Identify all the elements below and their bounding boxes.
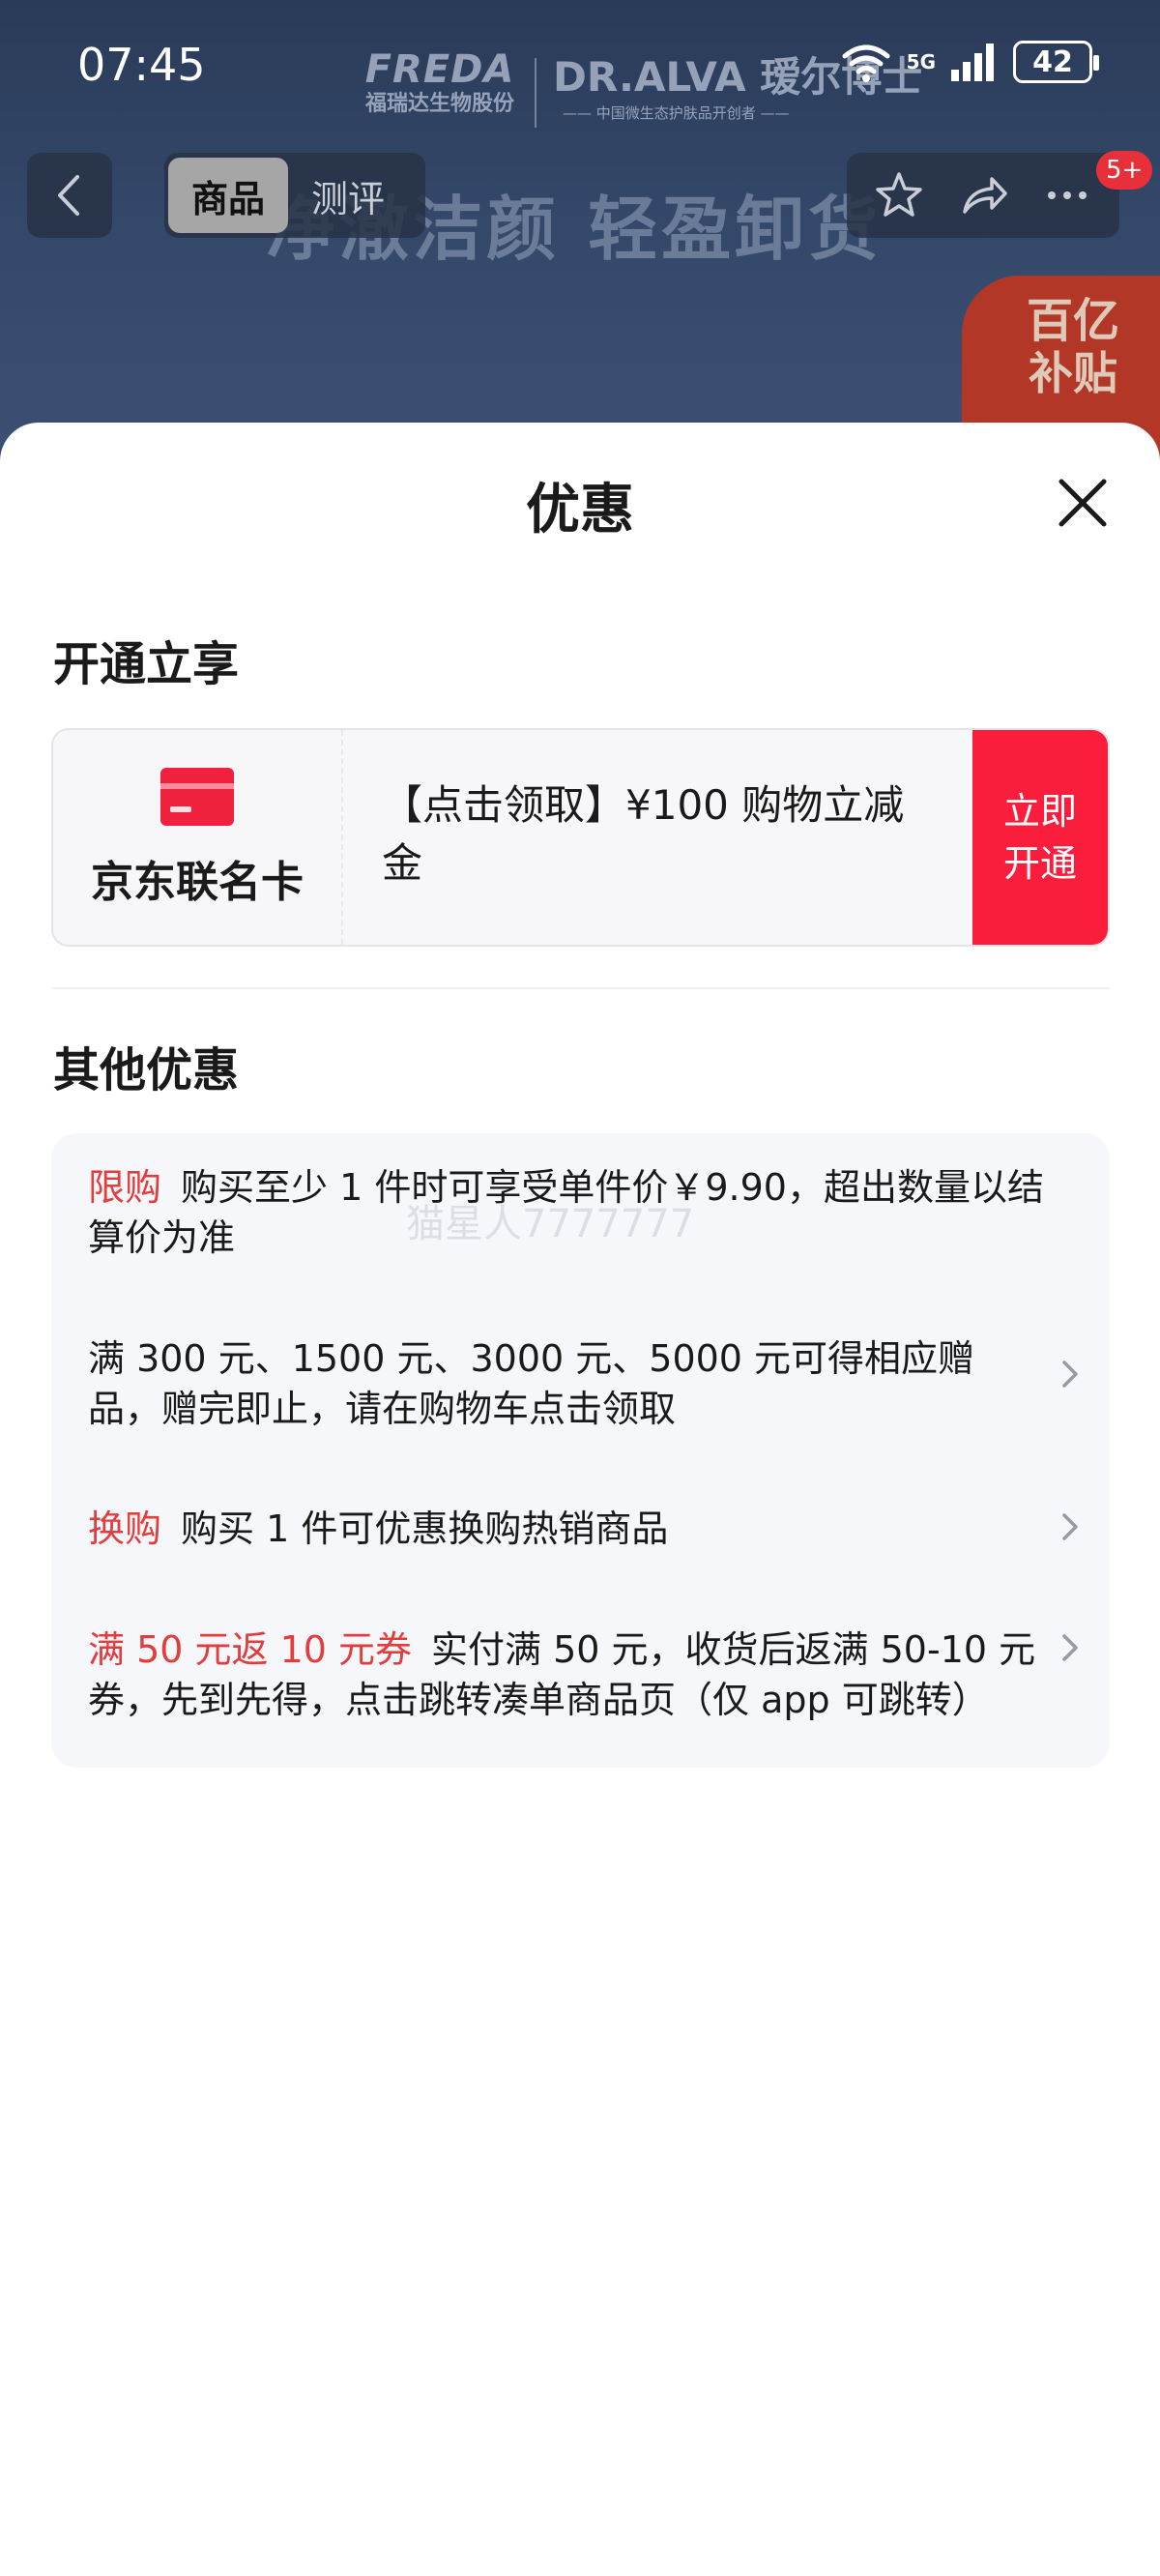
battery-level: 42: [1032, 44, 1073, 79]
offer-text: 购买 1 件可优惠换购热销商品: [181, 1508, 669, 1550]
status-time: 07:45: [77, 39, 206, 91]
notification-badge: 5+: [1096, 151, 1153, 190]
nav-tabs: 商品 测评: [164, 153, 425, 238]
battery-icon: 42: [1013, 41, 1099, 83]
section-title-other: 其他优惠: [53, 1043, 240, 1098]
card-name: 京东联名卡: [91, 858, 304, 907]
card-description: 【点击领取】¥100 购物立减金: [382, 781, 905, 887]
chevron-right-icon: [1062, 1513, 1078, 1540]
offer-tag: 限购: [88, 1166, 162, 1209]
status-bar: 07:45 5G 42: [0, 0, 1160, 145]
section-divider: [51, 987, 1110, 989]
chevron-right-icon: [1062, 1361, 1078, 1388]
wifi-icon: [842, 44, 890, 82]
share-icon[interactable]: [955, 167, 1011, 223]
offer-tag: 换购: [88, 1508, 162, 1550]
offer-item-exchange[interactable]: 换购 购买 1 件可优惠换购热销商品: [88, 1504, 1078, 1554]
cobrand-card-offer[interactable]: 京东联名卡 【点击领取】¥100 购物立减金 立即开通: [51, 728, 1110, 947]
offer-tag: 满 50 元返 10 元券: [88, 1628, 413, 1671]
subsidy-badge-line2: 补贴: [1029, 347, 1117, 399]
network-type: 5G: [906, 50, 936, 73]
card-left: 京东联名卡: [53, 730, 343, 945]
chevron-left-icon: [58, 175, 79, 216]
activate-now-button[interactable]: 立即开通: [972, 730, 1108, 945]
signal-icon: [951, 44, 994, 81]
sheet-title: 优惠: [526, 479, 634, 542]
watermark: 猫星人7777777: [406, 1202, 695, 1246]
more-icon[interactable]: [1039, 167, 1095, 223]
close-icon: [1058, 479, 1107, 527]
credit-card-icon: [160, 768, 234, 826]
discount-sheet: 优惠 开通立享 京东联名卡 【点击领取】¥100 购物立减金 立即开通 其他优惠…: [0, 423, 1160, 2576]
close-button[interactable]: [1049, 469, 1116, 537]
chevron-right-icon: [1062, 1634, 1078, 1661]
offer-item-coupon[interactable]: 满 50 元返 10 元券 实付满 50 元，收货后返满 50-10 元券，先到先…: [88, 1625, 1078, 1725]
offer-item-gift[interactable]: 满 300 元、1500 元、3000 元、5000 元可得相应赠品，赠完即止，…: [88, 1333, 1078, 1434]
subsidy-badge-line1: 百亿: [1026, 294, 1119, 348]
section-title-open: 开通立享: [53, 637, 240, 691]
tab-product[interactable]: 商品: [168, 158, 289, 233]
status-icons: 5G 42: [839, 41, 1099, 83]
nav-actions: [847, 153, 1119, 238]
offer-text: 满 300 元、1500 元、3000 元、5000 元可得相应赠品，赠完即止，…: [88, 1337, 975, 1430]
back-button[interactable]: [27, 153, 112, 238]
favorite-star-icon[interactable]: [871, 167, 927, 223]
tab-review[interactable]: 测评: [288, 158, 408, 233]
